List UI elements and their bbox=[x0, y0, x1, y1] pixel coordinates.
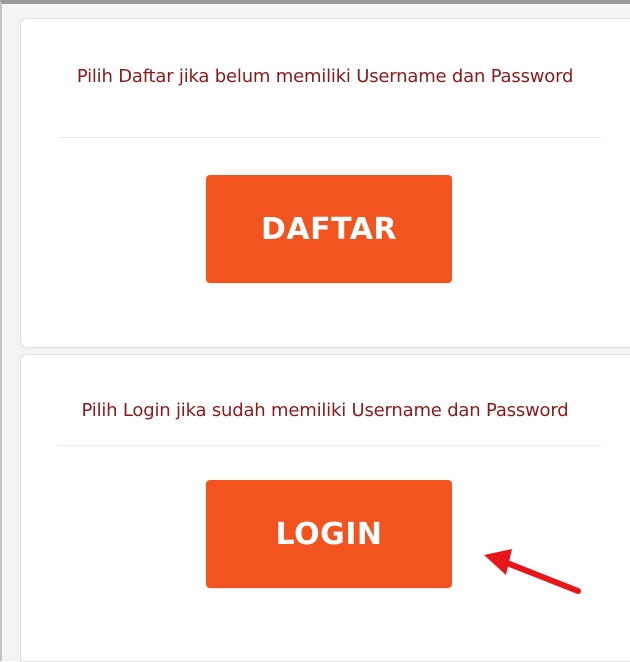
login-divider bbox=[59, 445, 601, 446]
register-divider bbox=[59, 137, 601, 138]
login-description: Pilih Login jika sudah memiliki Username… bbox=[81, 400, 569, 421]
register-description: Pilih Daftar jika belum memiliki Usernam… bbox=[76, 66, 574, 87]
login-button[interactable]: LOGIN bbox=[206, 480, 452, 588]
register-panel: Pilih Daftar jika belum memiliki Usernam… bbox=[20, 18, 630, 348]
login-panel: Pilih Login jika sudah memiliki Username… bbox=[20, 354, 630, 662]
red-arrow-icon bbox=[484, 549, 581, 594]
daftar-button[interactable]: DAFTAR bbox=[206, 175, 452, 283]
